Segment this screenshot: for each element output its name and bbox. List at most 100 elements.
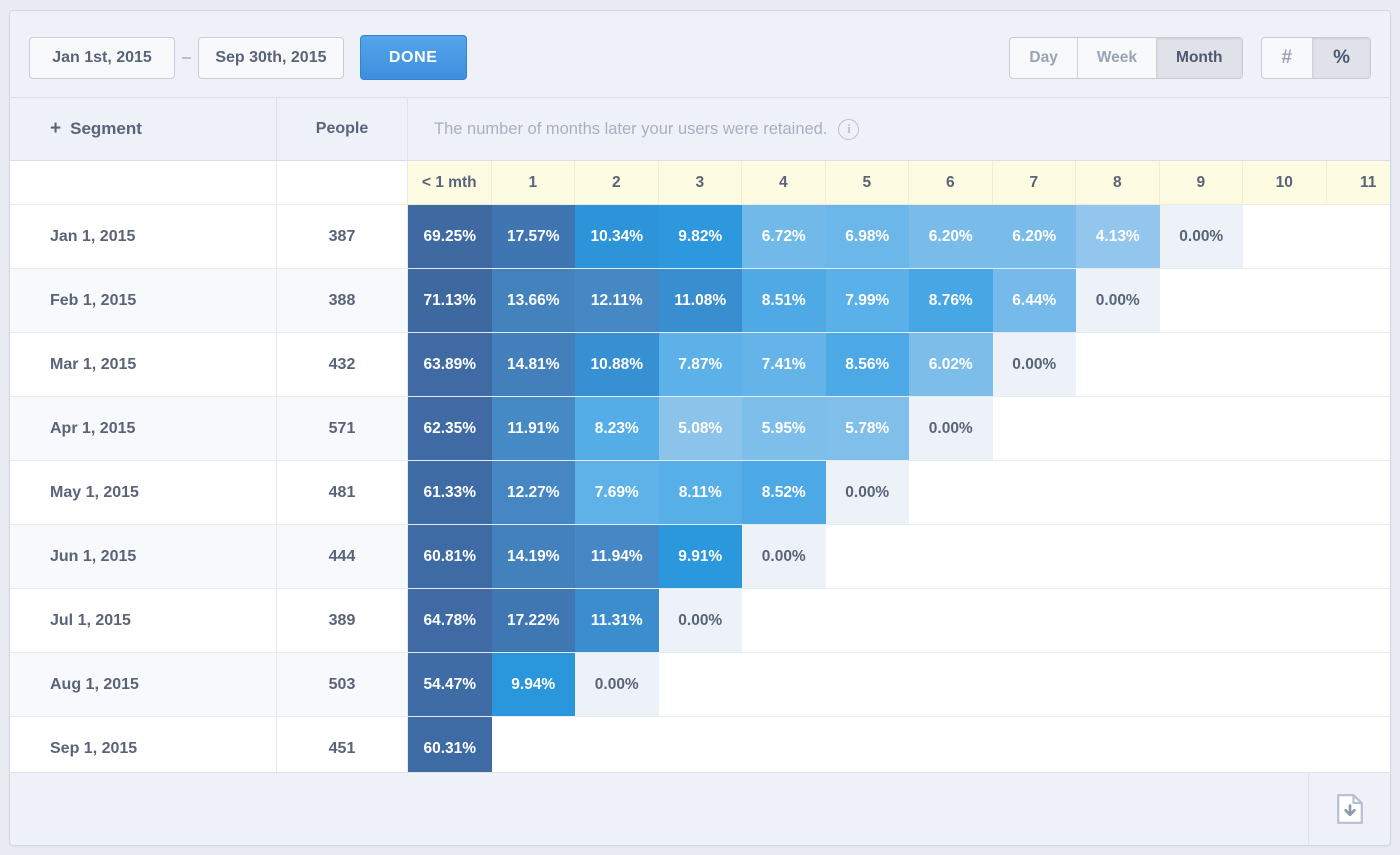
retention-cell[interactable]: 14.19% [491,525,575,588]
retention-cell-empty [826,717,910,780]
retention-cell[interactable]: 9.82% [658,205,742,268]
retention-cell[interactable]: 13.66% [491,269,575,332]
retention-cell[interactable]: 63.89% [408,333,492,396]
cohort-table-body: Jan 1, 2015 387 69.25% 17.57% 10.34% 9.82% 6.7… [10,205,1390,781]
retention-cell[interactable]: 69.25% [408,205,492,268]
retention-cell[interactable]: 0.00% [658,589,742,652]
retention-cell[interactable]: 60.81% [408,525,492,588]
retention-cell[interactable]: 17.22% [491,589,575,652]
cohort-value-cells: 63.89% 14.81% 10.88% 7.87% 7.41% 8.56% 6.02% 0.… [408,333,1390,396]
granularity-day-button[interactable]: Day [1010,38,1078,78]
period-row-label-spacer [10,161,277,204]
retention-cell[interactable]: 0.00% [1159,205,1243,268]
retention-cell-empty [1076,653,1160,716]
retention-cell[interactable]: 4.13% [1076,205,1160,268]
retention-cell[interactable]: 12.27% [491,461,575,524]
done-button[interactable]: DONE [359,35,467,80]
cohort-people-count: 451 [277,717,408,780]
retention-cell[interactable]: 0.00% [575,653,659,716]
retention-cell[interactable]: 8.56% [825,333,909,396]
retention-cell[interactable]: 11.91% [491,397,575,460]
retention-cell[interactable]: 7.69% [575,461,659,524]
percent-icon[interactable]: % [1313,38,1370,78]
people-column-label: People [315,120,369,137]
retention-panel: Jan 1st, 2015 – Sep 30th, 2015 DONE Day … [9,10,1391,846]
retention-cell[interactable]: 6.20% [992,205,1076,268]
granularity-week-button[interactable]: Week [1077,38,1158,78]
period-header-cell-8[interactable]: 8 [1076,161,1160,204]
retention-cell[interactable]: 6.98% [825,205,909,268]
retention-cell-empty [575,717,659,780]
retention-cell[interactable]: 8.51% [742,269,826,332]
period-header-row: < 1 mth 1 2 3 4 5 6 7 8 9 10 11 [10,161,1390,205]
period-header-cell-10[interactable]: 10 [1243,161,1327,204]
file-download-icon[interactable] [1309,773,1390,845]
retention-cell[interactable]: 8.11% [658,461,742,524]
date-range-picker: Jan 1st, 2015 – Sep 30th, 2015 DONE [29,35,467,80]
retention-cell-empty [826,589,910,652]
retention-cell[interactable]: 0.00% [909,397,993,460]
period-header-cell-7[interactable]: 7 [992,161,1076,204]
retention-cell[interactable]: 11.94% [575,525,659,588]
retention-cell[interactable]: 71.13% [408,269,492,332]
retention-cell[interactable]: 9.91% [658,525,742,588]
period-header-cell-1[interactable]: 1 [491,161,575,204]
retention-cell[interactable]: 6.20% [909,205,993,268]
retention-cell-empty [1243,205,1327,268]
period-header-cell-11[interactable]: 11 [1326,161,1390,204]
cohort-people-count: 571 [277,397,408,460]
retention-cell[interactable]: 11.31% [575,589,659,652]
period-header-cell-3[interactable]: 3 [658,161,742,204]
retention-cell[interactable]: 6.02% [909,333,993,396]
retention-cell[interactable]: 9.94% [491,653,575,716]
period-header-cell-9[interactable]: 9 [1159,161,1243,204]
add-segment-button[interactable]: + Segment [10,98,277,160]
retention-cell[interactable]: 6.72% [742,205,826,268]
retention-cell[interactable]: 0.00% [742,525,826,588]
retention-cell[interactable]: 7.41% [742,333,826,396]
retention-cell[interactable]: 62.35% [408,397,492,460]
table-row: Jul 1, 2015 389 64.78% 17.22% 11.31% 0.00% [10,589,1390,653]
retention-cell[interactable]: 10.34% [575,205,659,268]
grid-header: + Segment People The number of months la… [10,98,1390,161]
retention-cell[interactable]: 7.87% [658,333,742,396]
retention-cell-empty [1160,589,1244,652]
retention-cell[interactable]: 7.99% [825,269,909,332]
cohort-value-cells: 60.81% 14.19% 11.94% 9.91% 0.00% [408,525,1390,588]
granularity-week-label: Week [1096,49,1138,66]
retention-cell[interactable]: 0.00% [1076,269,1160,332]
retention-cell[interactable]: 60.31% [408,717,492,780]
end-date-button[interactable]: Sep 30th, 2015 [197,36,344,79]
period-header-cell-5[interactable]: 5 [825,161,909,204]
period-header-cell-0[interactable]: < 1 mth [408,161,492,204]
retention-cell[interactable]: 10.88% [575,333,659,396]
retention-cell[interactable]: 0.00% [992,333,1076,396]
date-range-separator: – [182,48,191,66]
retention-cell[interactable]: 5.95% [742,397,826,460]
hash-icon[interactable]: # [1261,38,1314,78]
retention-cell[interactable]: 8.52% [742,461,826,524]
retention-cell[interactable]: 0.00% [825,461,909,524]
retention-cell[interactable]: 17.57% [491,205,575,268]
retention-cell[interactable]: 6.44% [992,269,1076,332]
cohort-value-cells: 60.31% [408,717,1390,780]
period-header-cell-2[interactable]: 2 [575,161,659,204]
retention-cell[interactable]: 8.23% [575,397,659,460]
retention-cell-empty [1160,397,1244,460]
retention-cell-empty [659,653,743,716]
retention-cell[interactable]: 5.78% [825,397,909,460]
retention-cell[interactable]: 14.81% [491,333,575,396]
granularity-month-button[interactable]: Month [1157,38,1242,78]
start-date-button[interactable]: Jan 1st, 2015 [29,36,175,79]
retention-cell[interactable]: 8.76% [909,269,993,332]
retention-cell[interactable]: 61.33% [408,461,492,524]
retention-cell[interactable]: 11.08% [658,269,742,332]
period-header-cell-4[interactable]: 4 [742,161,826,204]
retention-cell[interactable]: 64.78% [408,589,492,652]
retention-cell[interactable]: 54.47% [408,653,492,716]
retention-cell[interactable]: 12.11% [575,269,659,332]
info-icon[interactable]: i [838,118,860,140]
period-header-cell-6[interactable]: 6 [909,161,993,204]
retention-cell-empty [1327,269,1391,332]
retention-cell[interactable]: 5.08% [658,397,742,460]
